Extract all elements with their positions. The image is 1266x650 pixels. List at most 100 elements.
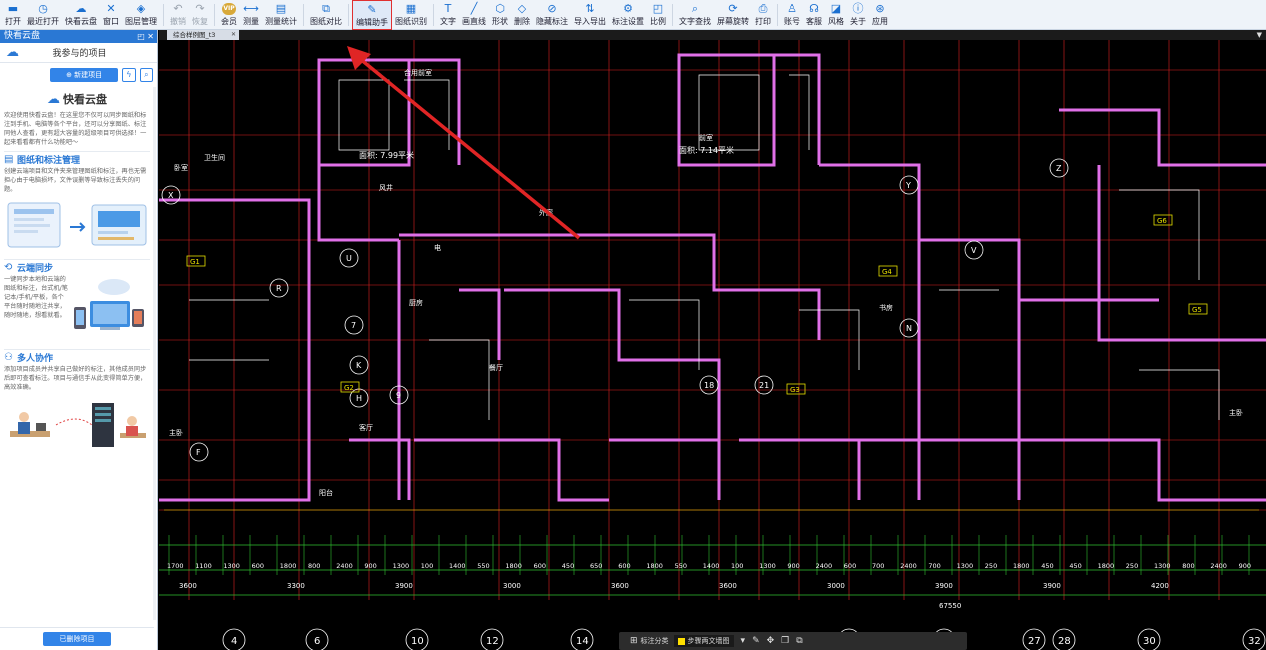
chevron-down-icon[interactable]: ▾ [741, 636, 746, 646]
toolbar-label: 账号 [784, 17, 800, 26]
paste-icon[interactable]: ⧉ [796, 636, 802, 646]
toolbar-rotate-button[interactable]: ⟳ 屏幕旋转 [714, 0, 752, 30]
toolbar-annotation-settings-button[interactable]: ⚙ 标注设置 [609, 0, 647, 30]
search-icon[interactable]: ⌕ [139, 68, 153, 82]
toolbar-eraser-button[interactable]: ◇ 删除 [511, 0, 533, 30]
toolbar-undo-button[interactable]: ↶ 撤销 [167, 0, 189, 30]
toolbar-cloud-button[interactable]: ☁ 快看云盘 [62, 0, 100, 30]
dimension-text: 900 [1239, 562, 1251, 570]
axis-circle-label: 18 [704, 381, 714, 390]
toolbar-layers-button[interactable]: ◈ 图层管理 [122, 0, 160, 30]
import-export-icon: ⇅ [585, 2, 595, 15]
dimension-text: 1800 [646, 562, 663, 570]
wall-segment [774, 53, 821, 165]
room-label: 合用前室 [404, 68, 432, 77]
toolbar-headset-button[interactable]: ☊ 客服 [803, 0, 825, 30]
tab-menu-icon[interactable]: ▼ [1257, 30, 1262, 40]
axis-circle-label: N [906, 324, 912, 333]
toolbar-label: 隐藏标注 [536, 17, 568, 26]
toolbar-line-button[interactable]: ╱ 画直线 [459, 0, 489, 30]
toolbar-window-button[interactable]: ✕ 窗口 [100, 0, 122, 30]
room-label: 阳台 [319, 488, 333, 497]
wall-segment [1019, 438, 1266, 502]
toolbar-redo-button[interactable]: ↷ 恢复 [189, 0, 211, 30]
copy-icon[interactable]: ❐ [781, 636, 789, 646]
grid-icon[interactable]: ⊞ [630, 636, 638, 646]
project-selector[interactable]: ☁ 我参与的项目 [0, 43, 157, 63]
clock-icon: ◷ [38, 2, 48, 15]
cloud-sidebar: 快看云盘 ◰ ✕ ☁ 我参与的项目 ⊕ 新建项目 ϟ ⌕ ☁ 快看云盘 欢迎使用快… [0, 30, 158, 650]
toolbar-label: 图纸识别 [395, 17, 427, 26]
toolbar-text-button[interactable]: T 文字 [437, 0, 459, 30]
deleted-projects-button[interactable]: 已删除项目 [43, 632, 111, 646]
axis-circle-label: Z [1056, 164, 1062, 173]
tag-label: G2 [344, 384, 354, 392]
cad-drawing[interactable]: 1700 1100 1300 600 1800 800 2400 900 1300 100 1400… [159, 40, 1266, 650]
tab-document[interactable]: 综合样例图_t3 ✕ [167, 30, 239, 40]
tag-label: G4 [882, 268, 892, 276]
section-text: 一键同步本地和云端的图纸和标注，台式机/笔记本/手机/平板，各个平台随时随地注共… [4, 276, 68, 319]
edit-icon[interactable]: ✎ [752, 636, 760, 646]
new-project-button[interactable]: ⊕ 新建项目 [50, 68, 119, 82]
dimension-text: 100 [421, 562, 433, 570]
sidebar-title: 快看云盘 [4, 31, 41, 41]
ruler-icon: ⟷ [243, 2, 259, 15]
section-heading-sync: ⟲ 云端同步 [4, 259, 150, 274]
toolbar-shape-button[interactable]: ⬡ 形状 [489, 0, 511, 30]
toolbar-account-button[interactable]: ♙ 账号 [781, 0, 803, 30]
dimension-text: 1800 [1098, 562, 1115, 570]
toolbar-label: 测量 [243, 17, 259, 26]
document-tab-bar: 综合样例图_t3 ✕ ▼ [159, 30, 1266, 40]
toolbar-folder-open-button[interactable]: ▬ 打开 [2, 0, 24, 30]
sidebar-window-controls[interactable]: ◰ ✕ [137, 30, 157, 43]
toolbar-compare-button[interactable]: ⧉ 图纸对比 [307, 0, 345, 30]
room-label: 厨房 [409, 298, 423, 307]
folder-icon: ▤ [4, 154, 14, 165]
sidebar-scrollbar[interactable] [153, 87, 156, 620]
toolbar-separator [348, 4, 349, 26]
dimension-text: 1300 [1154, 562, 1171, 570]
sidebar-scroll-area[interactable]: ☁ 快看云盘 欢迎使用快看云盘！在这里您不仅可以同步图纸和标注到手机、电脑等各个平… [0, 87, 154, 620]
toolbar-measure-stats-button[interactable]: ▤ 测量统计 [262, 0, 300, 30]
toolbar-hide-annotation-button[interactable]: ⊘ 隐藏标注 [533, 0, 571, 30]
close-icon[interactable]: ✕ [231, 30, 236, 40]
axis-circle-label: 27 [1028, 636, 1041, 647]
main-toolbar: ▬ 打开 ◷ 最近打开 ☁ 快看云盘 ✕ 窗口 ◈ 图层管理 ↶ 撤销 ↷ 恢复 VIP 会员 ⟷ 测量 ▤ 测量统计… [0, 0, 1266, 30]
toolbar-label: 客服 [806, 17, 822, 26]
layer-select[interactable]: 步骤两文墙图 [673, 635, 734, 647]
toolbar-edit-assistant-button[interactable]: ✎ 编辑助手 [352, 0, 392, 30]
axis-circle-label: K [356, 361, 362, 370]
toolbar-ruler-button[interactable]: ⟷ 测量 [240, 0, 262, 30]
toolbar-vip-button[interactable]: VIP 会员 [218, 0, 240, 30]
fixture-line [338, 79, 390, 151]
sync-icon[interactable]: ϟ [122, 68, 136, 82]
axis-circle-label: V [971, 246, 977, 255]
sync-icon: ⟲ [4, 262, 13, 273]
drawing-canvas[interactable]: 1700 1100 1300 600 1800 800 2400 900 1300 100 1400… [159, 40, 1266, 650]
toolbar-clock-button[interactable]: ◷ 最近打开 [24, 0, 62, 30]
dimension-text: 600 [252, 562, 264, 570]
dimension-text: 800 [308, 562, 320, 570]
toolbar-import-export-button[interactable]: ⇅ 导入导出 [571, 0, 609, 30]
axis-circle-label: U [346, 254, 352, 263]
toolbar-apps-button[interactable]: ⊛ 应用 [869, 0, 891, 30]
axis-circle-label: 28 [1058, 636, 1071, 647]
toolbar-print-button[interactable]: ⎙ 打印 [752, 0, 774, 30]
toolbar-info-button[interactable]: ⓘ 关于 [847, 0, 869, 30]
brand-name: 快看云盘 [63, 93, 107, 106]
section-text: 创建云端项目和文件夹来管理图纸和标注，再也无需担心由于电脑损坏，文件误删等导致标… [4, 168, 147, 193]
toolbar-scale-button[interactable]: ◰ 比例 [647, 0, 669, 30]
toolbar-label: 快看云盘 [65, 17, 97, 26]
move-icon[interactable]: ✥ [767, 636, 775, 646]
dimension-text: 3900 [395, 582, 413, 590]
measure-stats-icon: ▤ [275, 2, 287, 15]
dimension-text: 700 [928, 562, 940, 570]
toolbar-recognize-button[interactable]: ▦ 图纸识别 [392, 0, 430, 30]
scale-icon: ◰ [652, 2, 664, 15]
toolbar-style-button[interactable]: ◪ 风格 [825, 0, 847, 30]
layer-color-swatch [677, 637, 685, 645]
recognize-icon: ▦ [405, 2, 417, 15]
eraser-icon: ◇ [517, 2, 527, 15]
dimension-text: 2400 [816, 562, 833, 570]
toolbar-text-search-button[interactable]: ⌕ 文字查找 [676, 0, 714, 30]
